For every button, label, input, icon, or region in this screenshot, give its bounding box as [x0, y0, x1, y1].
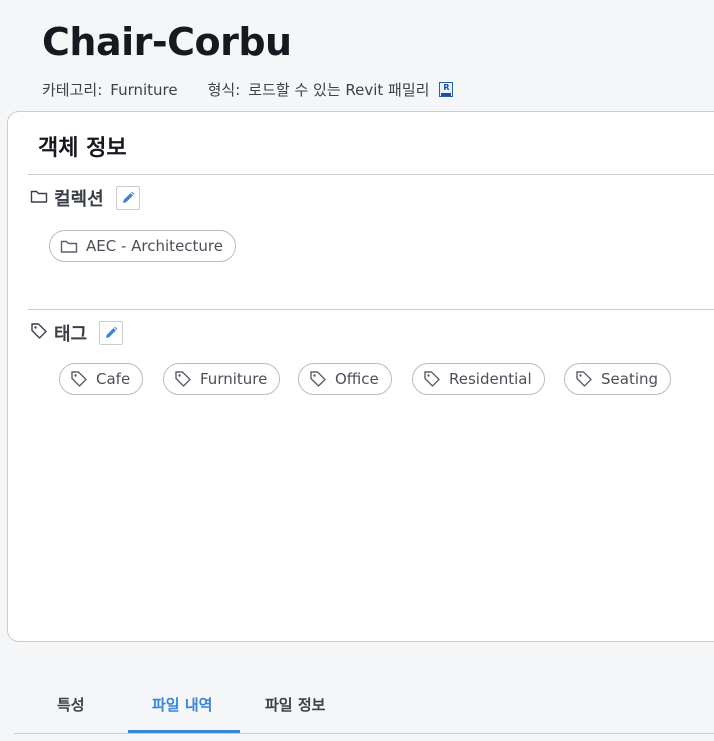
tag-icon: [30, 322, 48, 344]
category-key: 카테고리:: [42, 81, 103, 99]
format-key: 형식:: [207, 81, 241, 99]
folder-icon: [60, 240, 78, 253]
tag-icon: [310, 371, 326, 387]
tag-icon: [175, 371, 191, 387]
collection-chip-label: AEC - Architecture: [86, 237, 223, 255]
format-value: 로드할 수 있는 Revit 패밀리: [248, 81, 430, 99]
tag-icon: [71, 371, 87, 387]
collection-chip[interactable]: AEC - Architecture: [49, 230, 236, 262]
tab-properties[interactable]: 특성: [57, 694, 85, 715]
object-info-card: 객체 정보 컬렉션 AEC - Architecture 태그 Cafe Fur…: [7, 111, 714, 642]
tag-chip[interactable]: Cafe: [59, 363, 144, 395]
collections-label: 컬렉션: [54, 189, 104, 210]
collections-header: 컬렉션: [30, 185, 140, 211]
tags-header: 태그: [30, 320, 124, 346]
tab-file-history[interactable]: 파일 내역: [152, 694, 212, 715]
page-title: Chair-Corbu: [42, 20, 292, 64]
active-tab-indicator: [128, 730, 240, 733]
pencil-icon: [122, 191, 135, 203]
revit-file-icon: R: [439, 82, 454, 97]
tag-chip-label: Seating: [601, 370, 659, 388]
tags-label: 태그: [54, 324, 88, 345]
tag-chip[interactable]: Office: [298, 363, 392, 395]
tag-icon: [424, 371, 440, 387]
divider: [28, 309, 714, 310]
tag-chip-label: Cafe: [96, 370, 131, 388]
tab-bar: 특성 파일 내역 파일 정보: [0, 680, 714, 741]
edit-tags-button[interactable]: [99, 321, 124, 345]
tag-chip[interactable]: Furniture: [163, 363, 281, 395]
tab-bar-line: [14, 733, 714, 734]
page: Chair-Corbu 카테고리: Furniture 형식: 로드할 수 있는…: [0, 0, 714, 741]
item-metadata: 카테고리: Furniture 형식: 로드할 수 있는 Revit 패밀리 R: [42, 79, 454, 100]
tag-chip-label: Furniture: [200, 370, 268, 388]
folder-icon: [30, 188, 48, 208]
category-value: Furniture: [110, 80, 178, 99]
divider: [28, 174, 714, 175]
pencil-icon: [106, 326, 118, 338]
tag-icon: [576, 371, 592, 387]
tag-chip-label: Residential: [449, 370, 532, 388]
edit-collections-button[interactable]: [115, 186, 140, 210]
tag-chip[interactable]: Seating: [564, 363, 672, 395]
card-title: 객체 정보: [38, 136, 127, 161]
tag-chip[interactable]: Residential: [412, 363, 545, 395]
tab-file-info[interactable]: 파일 정보: [265, 694, 325, 715]
tag-chip-label: Office: [335, 370, 379, 388]
